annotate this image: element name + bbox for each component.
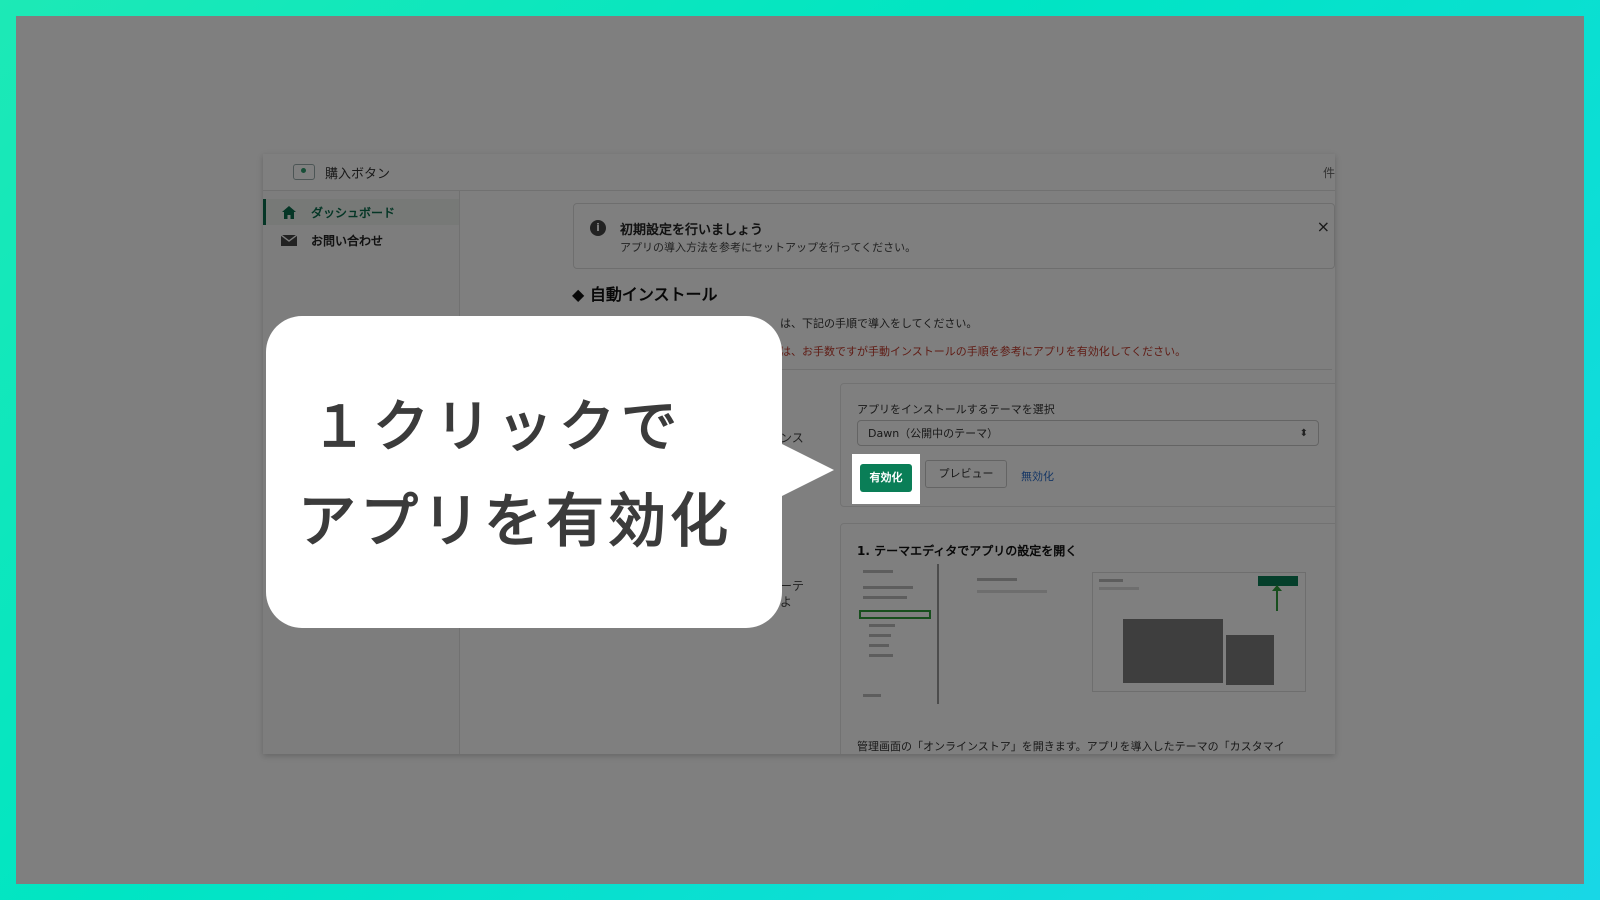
step-title: 1. テーマエディタでアプリの設定を開く [857,544,1078,558]
thumbnail-sidebar [857,564,939,704]
banner-title: 初期設定を行いましょう [620,223,764,238]
thumbnail-line [1099,587,1139,590]
banner-text: アプリの導入方法を参考にセットアップを行ってください。 [620,241,917,254]
preview-button[interactable]: プレビュー [925,460,1007,488]
theme-select-label: アプリをインストールするテーマを選択 [857,403,1055,416]
screenshot-stage: 購入ボタン 件 ダッシュボード お問い合わせ i 初期設定を行いましょう アプリ… [16,16,1584,884]
thumbnail-line [977,590,1047,593]
section-warning: は、お手数ですが手動インストールの手順を参考にアプリを有効化してください。 [780,345,1187,358]
app-header: 購入ボタン 件 [263,154,1335,191]
thumbnail-line [977,578,1017,581]
setup-banner: i 初期設定を行いましょう アプリの導入方法を参考にセットアップを行ってください… [573,203,1335,269]
sidebar-item-label: お問い合わせ [311,233,384,248]
info-icon: i [590,220,606,236]
mail-icon [281,233,297,247]
thumbnail-line [863,586,913,589]
theme-select[interactable]: Dawn（公開中のテーマ） ⬍ [857,420,1319,446]
theme-editor-screenshot [857,564,1307,704]
callout-pointer [766,436,834,504]
disable-link[interactable]: 無効化 [1021,468,1054,484]
thumbnail-line [869,654,893,657]
thumbnail-line [869,644,889,647]
enable-button-spotlight[interactable]: 有効化 [860,464,912,492]
thumbnail-line [863,596,907,599]
thumbnail-line [1099,579,1123,582]
thumbnail-image [1123,619,1223,683]
header-trail-text: 件 [1322,166,1335,180]
enable-button-highlight: 有効化 [852,454,920,504]
callout-text-line2: アプリを有効化 [298,487,733,555]
sidebar-item-dashboard[interactable]: ダッシュボード [263,199,459,225]
close-icon[interactable]: × [1317,217,1330,236]
arrow-up-icon [1272,585,1282,611]
section-heading: ◆ 自動インストール [572,285,718,304]
thumbnail-line [863,570,893,573]
thumbnail-image [1226,635,1274,685]
thumbnail-highlight [859,610,931,619]
home-icon [281,205,297,219]
select-caret-icon: ⬍ [1299,428,1308,439]
step-description: 管理画面の「オンラインストア」を開きます。アプリを導入したテーマの「カスタマイ [857,740,1285,753]
step-card: 1. テーマエディタでアプリの設定を開く 管理画面の「オンラインストア」を開きま… [840,523,1335,754]
thumbnail-line [863,694,881,697]
left-text-fragment: ーテ [780,579,805,593]
sidebar-item-label: ダッシュボード [311,205,396,220]
thumbnail-panel [1092,572,1306,692]
sidebar-item-contact[interactable]: お問い合わせ [263,227,459,253]
callout-text-line1: １クリックで [311,395,683,460]
app-logo-icon [293,164,315,180]
thumbnail-line [869,634,891,637]
thumbnail-line [869,624,895,627]
theme-select-value: Dawn（公開中のテーマ） [868,427,999,440]
callout-bubble [266,316,782,628]
section-description: は、下記の手順で導入をしてください。 [780,317,978,330]
app-title: 購入ボタン [325,166,391,182]
